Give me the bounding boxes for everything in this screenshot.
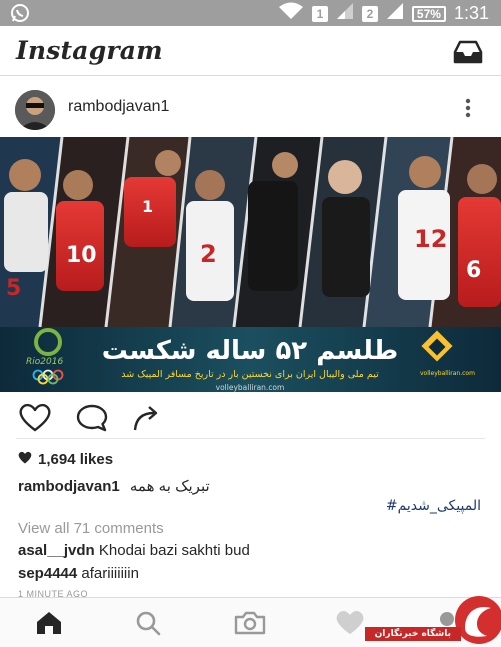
- caption-text: تبریک به همه: [129, 478, 210, 495]
- avatar[interactable]: [15, 90, 55, 130]
- post-image[interactable]: 10 1 2 12 6 5 Rio2016 volleyballiran.com…: [0, 137, 501, 392]
- comment-row: sep4444 afariiiiiiin: [18, 565, 139, 582]
- sim1-badge: 1: [311, 5, 328, 22]
- image-site: volleyballiran.com: [216, 383, 285, 392]
- share-arrow-icon[interactable]: [132, 404, 164, 437]
- more-options-icon[interactable]: [465, 98, 471, 123]
- svg-text:5: 5: [6, 276, 21, 301]
- image-headline: طلسم ۵۲ ساله شکست: [102, 336, 398, 366]
- post-header: rambodjavan1: [0, 78, 501, 134]
- comment-row: asal__jvdn Khodai bazi sakhti bud: [18, 542, 250, 559]
- hashtag-link[interactable]: #المپیکی_شدیم: [386, 498, 481, 514]
- camera-icon[interactable]: [234, 610, 266, 636]
- image-subline: تیم ملی والیبال ایران برای نخستین بار در…: [121, 369, 379, 380]
- instagram-logo: Instagram: [16, 36, 163, 65]
- search-icon[interactable]: [134, 610, 164, 636]
- likes-count[interactable]: 1,694 likes: [18, 451, 113, 468]
- svg-text:6: 6: [466, 258, 481, 283]
- app-bar: Instagram: [0, 26, 501, 76]
- clock: 1:31: [453, 3, 489, 23]
- svg-text:Rio2016: Rio2016: [26, 357, 63, 367]
- svg-text:12: 12: [414, 225, 447, 253]
- svg-text:2: 2: [200, 240, 217, 268]
- svg-text:10: 10: [66, 243, 97, 268]
- signal-icon: [336, 2, 354, 25]
- whatsapp-icon: [10, 3, 30, 28]
- post-actions: [0, 400, 501, 436]
- inbox-icon[interactable]: [453, 40, 483, 69]
- watermark-text: باشگاه خبرنگاران: [364, 627, 461, 641]
- battery-indicator: 57%: [411, 5, 446, 22]
- svg-text:1: 1: [142, 197, 153, 216]
- wifi-icon: [278, 2, 304, 25]
- activity-heart-icon[interactable]: [334, 610, 364, 636]
- comment-text: Khodai bazi sakhti bud: [98, 542, 250, 559]
- likes-label: 1,694 likes: [38, 451, 114, 468]
- comment-username[interactable]: sep4444: [18, 565, 77, 582]
- divider: [16, 438, 485, 439]
- status-bar: 1 2 57% 1:31: [0, 0, 501, 26]
- post-username[interactable]: rambodjavan1: [68, 98, 169, 116]
- news-agency-watermark: باشگاه خبرنگاران: [361, 594, 501, 647]
- comment-username[interactable]: asal__jvdn: [18, 542, 95, 559]
- caption: rambodjavan1 تبریک به همه: [18, 477, 210, 495]
- caption-username[interactable]: rambodjavan1: [18, 478, 120, 495]
- signal-icon: [386, 2, 404, 25]
- view-all-comments-link[interactable]: View all 71 comments: [18, 520, 164, 537]
- home-icon[interactable]: [34, 610, 64, 636]
- like-heart-icon[interactable]: [18, 403, 52, 437]
- comment-icon[interactable]: [76, 404, 108, 437]
- heart-icon: [18, 451, 32, 468]
- comment-text: afariiiiiiin: [81, 565, 139, 582]
- sim2-badge: 2: [361, 5, 378, 22]
- side-brand-text: volleyballiran.com: [420, 370, 475, 377]
